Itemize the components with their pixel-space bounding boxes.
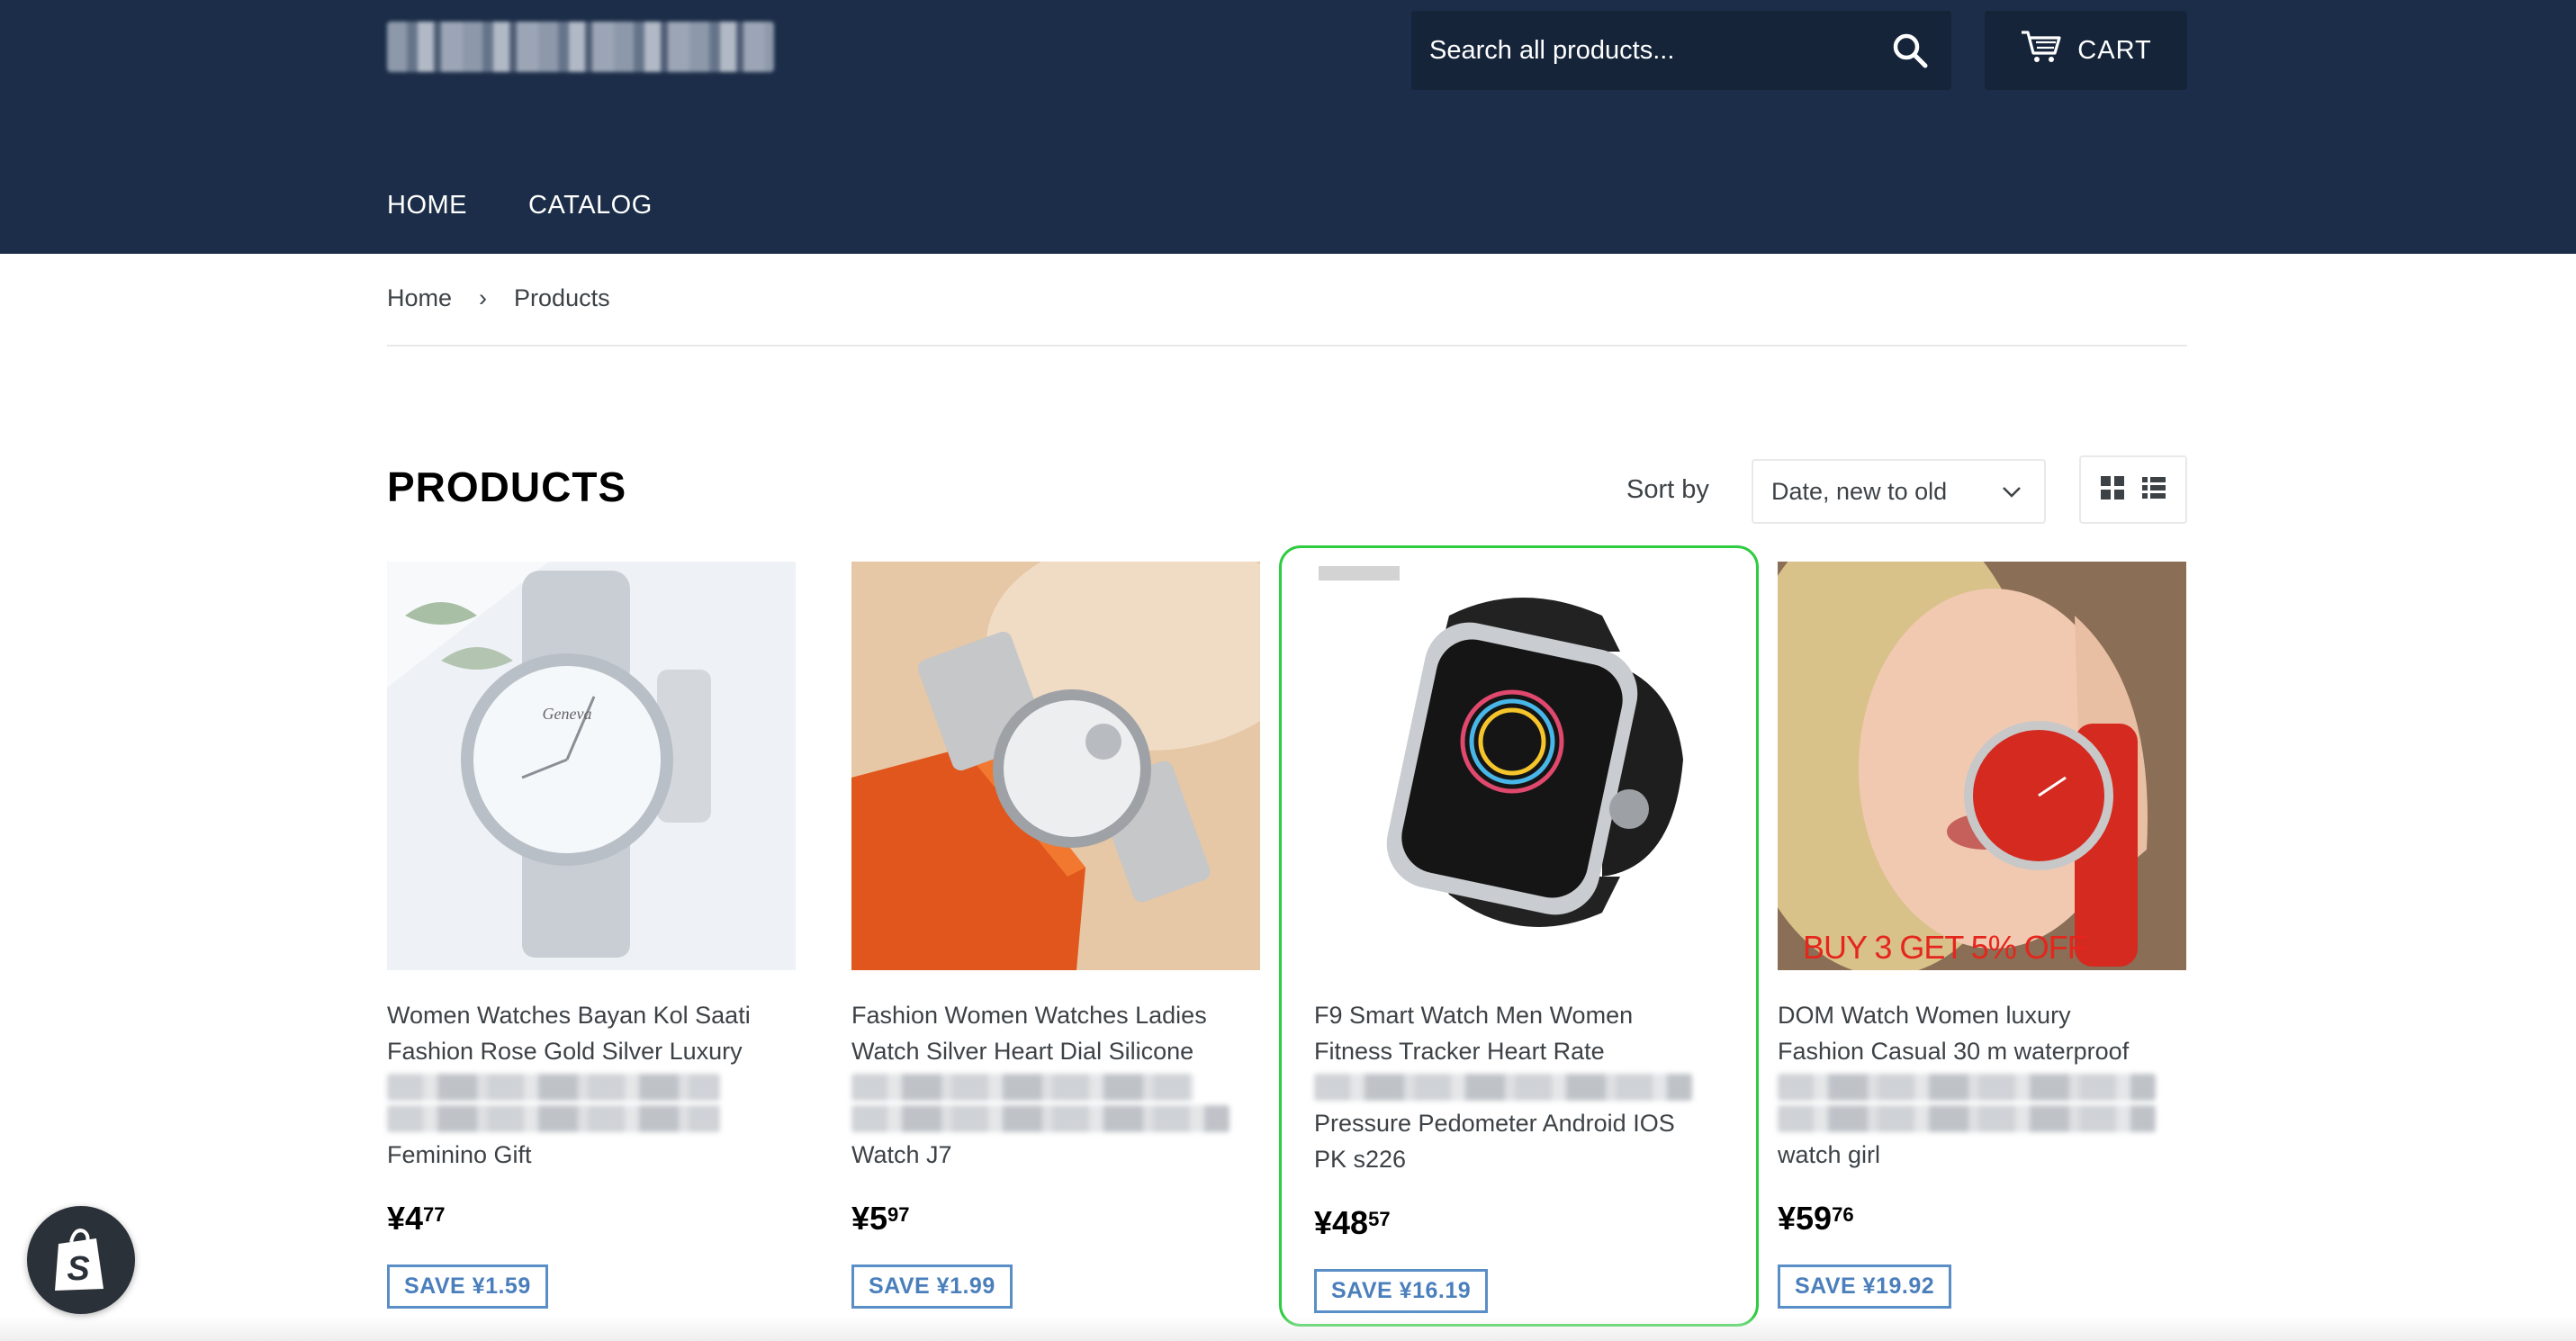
- product-price: ¥597: [851, 1200, 910, 1237]
- highlight-outline: [1279, 545, 1759, 1327]
- product-title-line: watch girl: [1778, 1141, 1881, 1168]
- page-title: PRODUCTS: [387, 464, 627, 510]
- product-title-line: Fashion Women Watches Ladies: [851, 1002, 1207, 1029]
- list-view-icon[interactable]: [2142, 476, 2166, 503]
- product-image[interactable]: [851, 562, 1260, 970]
- product-image[interactable]: Geneva: [387, 562, 796, 970]
- svg-text:S: S: [67, 1250, 89, 1288]
- save-badge: SAVE ¥1.59: [387, 1264, 548, 1309]
- store-logo[interactable]: [387, 22, 774, 72]
- chevron-down-icon: [2001, 481, 2022, 508]
- product-title-line: Fashion Rose Gold Silver Luxury: [387, 1038, 743, 1065]
- main-nav: HOME CATALOG: [387, 191, 653, 220]
- cart-button[interactable]: CART: [1985, 11, 2187, 90]
- bottom-shadow: [0, 1316, 2576, 1341]
- breadcrumb-divider: [387, 345, 2187, 346]
- redacted-text: [1778, 1074, 2156, 1101]
- redacted-text: [387, 1105, 720, 1132]
- cart-icon: [2020, 29, 2063, 72]
- nav-catalog[interactable]: CATALOG: [528, 191, 653, 220]
- product-title-line: Women Watches Bayan Kol Saati: [387, 1002, 751, 1029]
- search-form: [1411, 11, 1951, 90]
- sort-select[interactable]: Date, new to old: [1752, 459, 2046, 524]
- nav-home[interactable]: HOME: [387, 191, 467, 220]
- product-title-line: Feminino Gift: [387, 1141, 532, 1168]
- redacted-text: [1778, 1105, 2156, 1132]
- product-price: ¥5976: [1778, 1200, 1854, 1237]
- save-badge: SAVE ¥19.92: [1778, 1264, 1952, 1309]
- product-card[interactable]: Geneva Women Watches Bayan Kol Saati Fas…: [387, 562, 796, 1309]
- product-title-line: Fashion Casual 30 m waterproof: [1778, 1038, 2130, 1065]
- cart-label: CART: [2077, 35, 2152, 65]
- product-image[interactable]: BUY 3 GET 5% OFF: [1778, 562, 2186, 970]
- breadcrumb-home[interactable]: Home: [387, 284, 452, 312]
- promo-banner: BUY 3 GET 5% OFF: [1803, 929, 2087, 966]
- breadcrumb-current: Products: [514, 284, 610, 311]
- search-input[interactable]: [1411, 35, 1861, 66]
- view-toggle: [2079, 455, 2187, 524]
- product-title-line: Watch Silver Heart Dial Silicone: [851, 1038, 1194, 1065]
- product-title[interactable]: DOM Watch Women luxury Fashion Casual 30…: [1778, 997, 2186, 1173]
- redacted-text: [851, 1074, 1193, 1101]
- product-title[interactable]: Fashion Women Watches Ladies Watch Silve…: [851, 997, 1260, 1173]
- product-title[interactable]: Women Watches Bayan Kol Saati Fashion Ro…: [387, 997, 796, 1173]
- breadcrumb-separator: ›: [479, 284, 488, 311]
- save-badge: SAVE ¥1.99: [851, 1264, 1013, 1309]
- search-icon[interactable]: [1890, 31, 1930, 70]
- shopify-bag-icon[interactable]: S: [27, 1206, 135, 1314]
- sort-label: Sort by: [1626, 475, 1709, 504]
- product-card[interactable]: Fashion Women Watches Ladies Watch Silve…: [851, 562, 1260, 1309]
- product-title-line: Watch J7: [851, 1141, 952, 1168]
- product-title-line: DOM Watch Women luxury: [1778, 1002, 2071, 1029]
- product-card[interactable]: BUY 3 GET 5% OFF DOM Watch Women luxury …: [1778, 562, 2186, 1309]
- breadcrumb: Home › Products: [387, 284, 610, 312]
- redacted-text: [851, 1105, 1229, 1132]
- grid-view-icon[interactable]: [2101, 475, 2124, 504]
- svg-text:Geneva: Geneva: [543, 705, 592, 723]
- redacted-text: [387, 1074, 720, 1101]
- sort-value: Date, new to old: [1771, 477, 1948, 505]
- site-header: CART HOME CATALOG: [0, 0, 2576, 254]
- product-price: ¥477: [387, 1200, 446, 1237]
